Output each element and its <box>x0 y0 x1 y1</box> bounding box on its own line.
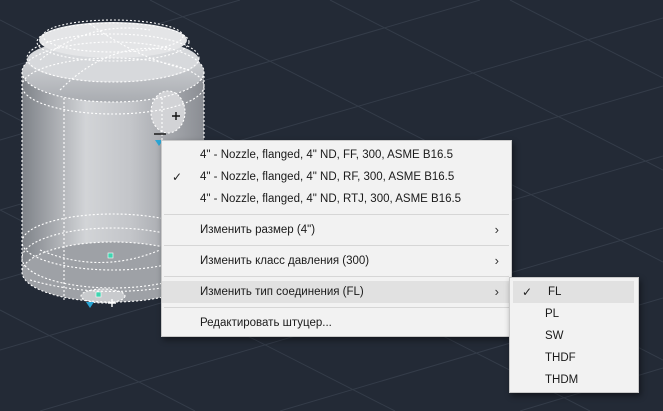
submenu-item-label: THDM <box>545 374 579 386</box>
menu-item-label: 4" - Nozzle, flanged, 4" ND, FF, 300, AS… <box>200 149 453 161</box>
menu-item-edit-nozzle[interactable]: Редактировать штуцер... <box>162 312 511 334</box>
menu-item-change-pressure-class[interactable]: Изменить класс давления (300) › <box>162 250 511 272</box>
grip-square-icon[interactable] <box>107 252 114 259</box>
menu-item-nozzle-rtj[interactable]: 4" - Nozzle, flanged, 4" ND, RTJ, 300, A… <box>162 188 511 210</box>
menu-item-change-size[interactable]: Изменить размер (4") › <box>162 219 511 241</box>
submenu-item-label: PL <box>545 308 560 320</box>
menu-separator <box>164 245 509 246</box>
chevron-right-icon: › <box>494 253 499 268</box>
chevron-right-icon: › <box>494 222 499 237</box>
menu-separator <box>164 276 509 277</box>
submenu-item-sw[interactable]: SW <box>510 325 638 347</box>
submenu-item-label: THDF <box>545 352 576 364</box>
menu-item-label: 4" - Nozzle, flanged, 4" ND, RF, 300, AS… <box>200 171 455 183</box>
menu-item-label: Изменить тип соединения (FL) <box>200 286 364 298</box>
submenu-item-thdm[interactable]: THDM <box>510 369 638 391</box>
submenu-item-label: FL <box>548 286 562 298</box>
connection-type-submenu: ✓ FL PL SW THDF THDM <box>509 277 639 393</box>
context-menu: 4" - Nozzle, flanged, 4" ND, FF, 300, AS… <box>161 140 512 337</box>
menu-item-label: 4" - Nozzle, flanged, 4" ND, RTJ, 300, A… <box>200 193 462 205</box>
menu-separator <box>164 307 509 308</box>
submenu-item-pl[interactable]: PL <box>510 303 638 325</box>
grip-square-icon[interactable] <box>95 291 102 298</box>
menu-separator <box>164 214 509 215</box>
menu-item-nozzle-rf[interactable]: ✓ 4" - Nozzle, flanged, 4" ND, RF, 300, … <box>162 166 511 188</box>
menu-item-label: Изменить класс давления (300) <box>200 255 370 267</box>
submenu-item-thdf[interactable]: THDF <box>510 347 638 369</box>
submenu-item-fl[interactable]: ✓ FL <box>513 281 634 303</box>
menu-item-change-connection-type[interactable]: Изменить тип соединения (FL) › <box>162 281 511 303</box>
menu-item-nozzle-ff[interactable]: 4" - Nozzle, flanged, 4" ND, FF, 300, AS… <box>162 144 511 166</box>
check-icon: ✓ <box>172 170 183 184</box>
menu-item-label: Редактировать штуцер... <box>200 317 332 329</box>
submenu-item-label: SW <box>545 330 564 342</box>
chevron-right-icon: › <box>494 284 499 299</box>
menu-item-label: Изменить размер (4") <box>200 224 316 236</box>
check-icon: ✓ <box>522 285 533 299</box>
